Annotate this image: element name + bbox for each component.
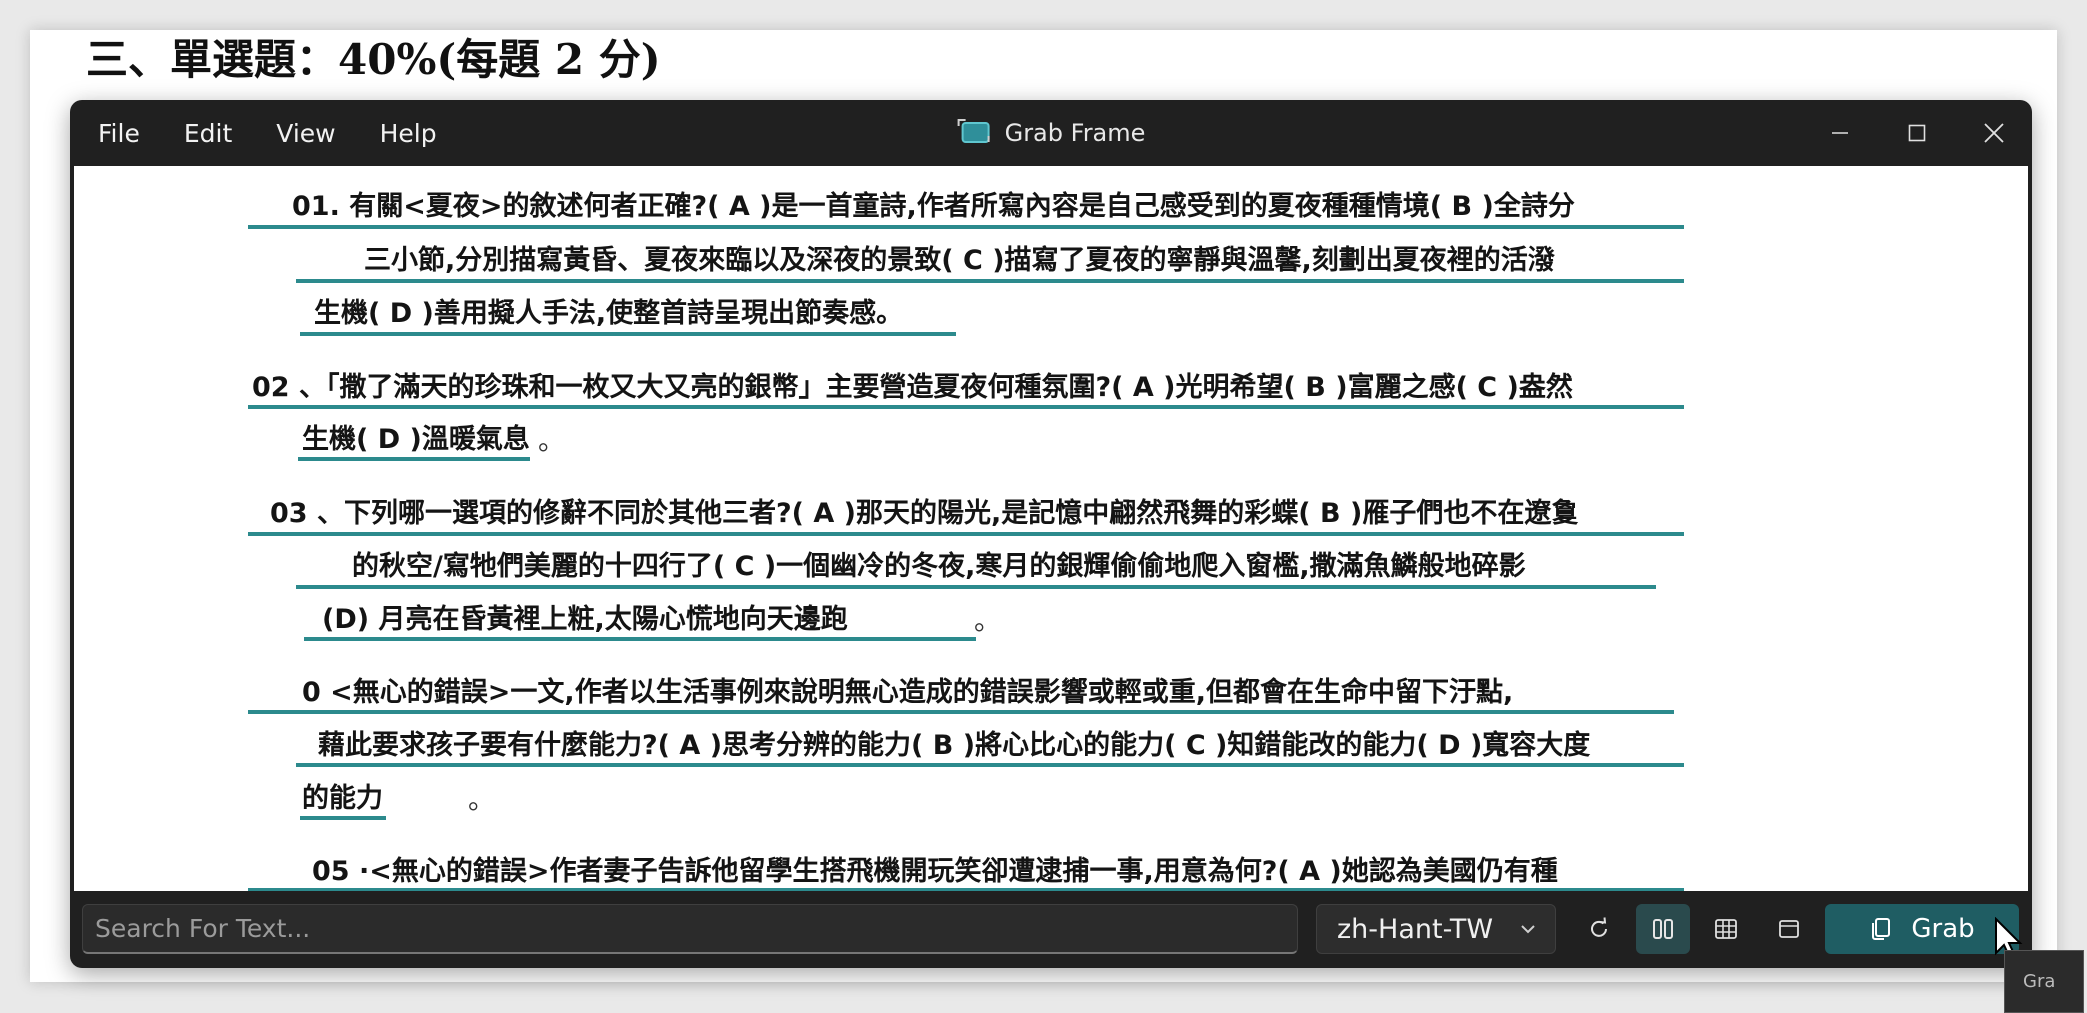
grab-frame-window: File Edit View Help Grab Frame 01. 有關<夏夜… — [70, 100, 2032, 968]
text-underline — [248, 405, 1684, 409]
text-underline — [248, 532, 1684, 536]
text-underline — [300, 816, 386, 820]
text-underline — [248, 225, 1684, 229]
question-05-line-1: 05 ·<無心的錯誤>作者妻子告訴他留學生搭飛機開玩笑卻遭逮捕一事,用意為何?(… — [312, 856, 1558, 887]
window-title-group: Grab Frame — [957, 100, 1146, 166]
close-button[interactable] — [1955, 100, 2032, 166]
menu-help[interactable]: Help — [380, 119, 437, 148]
menu-file[interactable]: File — [98, 119, 140, 148]
columns-icon — [1653, 919, 1673, 939]
captured-frame-content: 01. 有關<夏夜>的敘述何者正確?( A )是一首童詩,作者所寫內容是自己感受… — [74, 166, 2028, 891]
bottom-toolbar: zh-Hant-TW — [70, 891, 2032, 968]
question-02-line-1: 02 、「撒了滿天的珍珠和一枚又大又亮的銀幣」主要營造夏夜何種氛圍?( A )光… — [252, 372, 1573, 403]
question-01-line-1: 01. 有關<夏夜>的敘述何者正確?( A )是一首童詩,作者所寫內容是自己感受… — [292, 191, 1575, 222]
question-02-line-2: 生機( D )溫暖氣息 — [302, 424, 530, 455]
grab-label: Grab — [1911, 914, 1975, 944]
text-underline — [298, 457, 530, 461]
question-04-line-1: 0 <無心的錯誤>一文,作者以生活事例來說明無心造成的錯誤影響或輕或重,但都會在… — [302, 677, 1514, 708]
grab-button[interactable]: Grab — [1825, 904, 2019, 954]
question-04-line-2: 藉此要求孩子要有什麼能力?( A )思考分辨的能力( B )將心比心的能力( C… — [318, 730, 1591, 761]
table-view-button[interactable] — [1699, 904, 1753, 954]
grab-frame-app-icon — [957, 117, 991, 149]
chevron-down-icon — [1521, 925, 1535, 934]
maximize-button[interactable] — [1878, 100, 1955, 166]
text-underline — [300, 332, 956, 336]
document-heading: 三、單選題：40%(每題 2 分) — [86, 35, 661, 84]
window-controls — [1801, 100, 2032, 166]
copy-icon — [1872, 918, 1891, 940]
minimize-icon — [1831, 132, 1848, 134]
question-03-line-3: (D) 月亮在昏黃裡上粧,太陽心慌地向天邊跑 — [322, 604, 848, 635]
text-underline — [296, 279, 1684, 283]
grab-tooltip: Gra — [2004, 950, 2084, 1013]
trailing-period: 。 — [538, 426, 565, 457]
text-underline — [296, 763, 1684, 767]
menu-bar: File Edit View Help — [70, 100, 481, 166]
menu-view[interactable]: View — [276, 119, 335, 148]
table-grid-icon — [1715, 919, 1737, 939]
columns-view-button[interactable] — [1636, 904, 1690, 954]
maximize-icon — [1908, 124, 1925, 142]
refresh-button[interactable] — [1572, 904, 1626, 954]
question-04-line-3: 的能力 — [302, 783, 383, 814]
question-01-line-2: 三小節,分別描寫黃昏、夏夜來臨以及深夜的景致( C )描寫了夏夜的寧靜與溫馨,刻… — [364, 245, 1555, 276]
text-underline — [304, 637, 976, 641]
minimize-button[interactable] — [1801, 100, 1878, 166]
question-03-line-1: 03 、下列哪一選項的修辭不同於其他三者?( A )那天的陽光,是記憶中翩然飛舞… — [270, 498, 1579, 529]
window-title: Grab Frame — [1004, 119, 1146, 147]
language-value: zh-Hant-TW — [1337, 913, 1494, 945]
window-mode-button[interactable] — [1762, 904, 1816, 954]
window-frame-icon — [1779, 920, 1799, 938]
trailing-period: 。 — [974, 606, 1001, 637]
menu-edit[interactable]: Edit — [184, 119, 232, 148]
trailing-period: 。 — [468, 785, 495, 816]
question-01-line-3: 生機( D )善用擬人手法,使整首詩呈現出節奏感。 — [314, 298, 904, 329]
refresh-icon — [1591, 917, 1607, 937]
close-icon — [1983, 123, 2004, 143]
search-input[interactable] — [82, 904, 1298, 954]
text-underline — [296, 585, 1656, 589]
question-03-line-2: 的秋空/寫牠們美麗的十四行了( C )一個幽冷的冬夜,寒月的銀輝偷偷地爬入窗檻,… — [352, 551, 1526, 582]
title-bar: File Edit View Help Grab Frame — [70, 100, 2032, 166]
text-underline — [248, 710, 1674, 714]
language-select[interactable]: zh-Hant-TW — [1316, 904, 1556, 954]
